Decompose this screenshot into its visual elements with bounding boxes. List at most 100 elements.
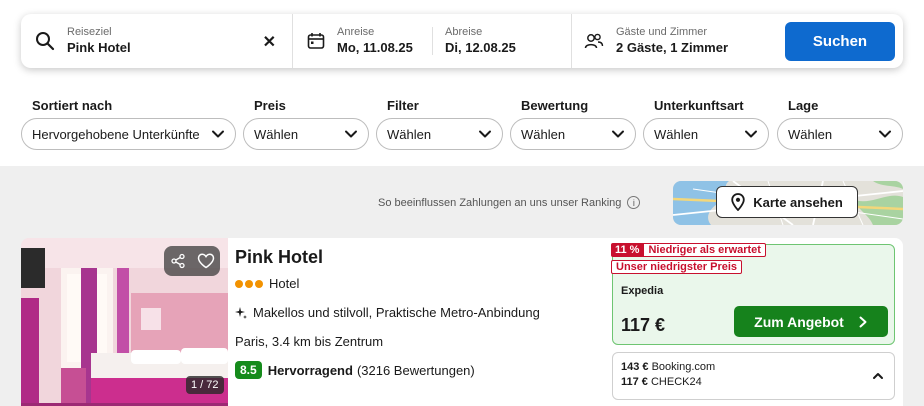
view-deal-label: Zum Angebot — [754, 313, 844, 330]
location-value: Wählen — [788, 126, 833, 142]
info-icon[interactable]: i — [627, 196, 641, 209]
filter-location-label: Lage — [788, 98, 819, 113]
lowest-price-text: Unser niedrigster Preis — [611, 260, 743, 274]
filter-sort: Sortiert nach Hervorgehobene Unterkünfte — [21, 98, 236, 150]
chevron-right-icon — [859, 316, 867, 327]
sparkle-icon — [235, 306, 247, 319]
heart-icon[interactable] — [197, 253, 215, 269]
filter-bar: Sortiert nach Hervorgehobene Unterkünfte… — [21, 98, 903, 154]
results-area: So beeinflussen Zahlungen an uns unser R… — [0, 166, 924, 406]
checkin-value: Mo, 11.08.25 — [337, 40, 413, 55]
star-dot — [255, 279, 263, 288]
filter-filter-label: Filter — [387, 98, 419, 113]
chevron-up-icon[interactable] — [870, 368, 886, 384]
hotel-card[interactable]: 1 / 72 Pink Hotel Hotel Makellos und sti… — [21, 238, 903, 406]
offer-provider: Booking.com — [651, 361, 716, 373]
guests-value: 2 Gäste, 1 Zimmer — [616, 40, 728, 55]
view-deal-button[interactable]: Zum Angebot — [734, 306, 888, 337]
calendar-icon — [307, 33, 325, 49]
discount-text: Niedriger als erwartet — [643, 243, 766, 257]
rating-value: Wählen — [521, 126, 566, 142]
discount-percent: 11 % — [611, 243, 644, 257]
discount-badge: 11 % Niedriger als erwartet — [611, 243, 766, 257]
hotel-rating[interactable]: 8.5 Hervorragend (3216 Bewertungen) — [235, 361, 605, 379]
search-icon — [36, 32, 55, 51]
location-dropdown[interactable]: Wählen — [777, 118, 903, 150]
best-deal[interactable]: 11 % Niedriger als erwartet Unser niedri… — [611, 243, 895, 345]
hotel-location: Paris, 3.4 km bis Zentrum — [235, 334, 384, 349]
sort-value: Hervorgehobene Unterkünfte — [32, 126, 200, 142]
star-dot — [245, 279, 253, 288]
sort-dropdown[interactable]: Hervorgehobene Unterkünfte — [21, 118, 236, 150]
hotel-type: Hotel — [269, 276, 300, 291]
close-icon[interactable]: ✕ — [263, 32, 276, 52]
guests-label: Gäste und Zimmer — [616, 26, 708, 38]
filter-location: Lage Wählen — [777, 98, 903, 150]
filter-accommodation: Unterkunftsart Wählen — [643, 98, 769, 150]
filter-accommodation-label: Unterkunftsart — [654, 98, 744, 113]
other-offer: 143 € Booking.com — [621, 360, 886, 375]
search-bar: Reiseziel Pink Hotel ✕ Anreise Mo, 11.08… — [21, 14, 903, 68]
hotel-name[interactable]: Pink Hotel — [235, 246, 605, 268]
deal-price: 117 € — [621, 315, 666, 335]
rating-word: Hervorragend — [267, 362, 353, 378]
chevron-down-icon — [479, 130, 491, 138]
chevron-down-icon — [612, 130, 624, 138]
filter-price: Preis Wählen — [243, 98, 369, 150]
star-dot — [235, 279, 243, 288]
filter-filter: Filter Wählen — [376, 98, 503, 150]
accommodation-dropdown[interactable]: Wählen — [643, 118, 769, 150]
photo-actions — [164, 246, 220, 276]
ranking-note[interactable]: So beeinflussen Zahlungen an uns unser R… — [378, 196, 641, 209]
dates-field: Anreise Mo, 11.08.25 Abreise Di, 12.08.2… — [293, 14, 572, 68]
destination-field[interactable]: Reiseziel Pink Hotel ✕ — [21, 14, 293, 68]
hotel-info: Pink Hotel Hotel Makellos und stilvoll, … — [235, 246, 605, 379]
chevron-down-icon — [212, 130, 224, 138]
star-rating — [235, 279, 263, 288]
rating-dropdown[interactable]: Wählen — [510, 118, 636, 150]
view-map-button[interactable]: Karte ansehen — [716, 186, 858, 218]
price-value: Wählen — [254, 126, 299, 142]
offer-provider: CHECK24 — [650, 376, 702, 388]
deal-badges: 11 % Niedriger als erwartet Unser niedri… — [611, 243, 766, 274]
guests-icon — [584, 33, 604, 49]
destination-label: Reiseziel — [67, 26, 112, 38]
filter-dropdown[interactable]: Wählen — [376, 118, 503, 150]
hotel-highlights: Makellos und stilvoll, Praktische Metro-… — [235, 305, 605, 320]
filter-rating-label: Bewertung — [521, 98, 589, 113]
filter-value: Wählen — [387, 126, 432, 142]
checkout-field[interactable]: Abreise Di, 12.08.25 — [432, 26, 571, 55]
other-offer: 117 € CHECK24 — [621, 375, 886, 390]
lowest-price-badge: Unser niedrigster Preis — [611, 260, 766, 274]
chevron-down-icon — [745, 130, 757, 138]
share-icon[interactable] — [170, 253, 186, 269]
destination-value[interactable]: Pink Hotel — [67, 39, 131, 57]
checkin-label: Anreise — [337, 26, 375, 38]
price-dropdown[interactable]: Wählen — [243, 118, 369, 150]
rating-score: 8.5 — [235, 361, 262, 379]
rating-count: (3216 Bewertungen) — [356, 362, 475, 378]
chevron-down-icon — [345, 130, 357, 138]
offer-price: 143 € — [621, 361, 649, 373]
other-offers[interactable]: 143 € Booking.com 117 € CHECK24 — [612, 352, 895, 400]
checkout-value: Di, 12.08.25 — [445, 40, 516, 55]
checkin-field[interactable]: Anreise Mo, 11.08.25 — [293, 14, 432, 68]
view-map-label: Karte ansehen — [753, 194, 843, 210]
ranking-note-text: So beeinflussen Zahlungen an uns unser R… — [378, 196, 622, 209]
checkout-label: Abreise — [445, 26, 483, 38]
photo-counter: 1 / 72 — [186, 376, 224, 394]
deal-provider: Expedia — [621, 285, 664, 297]
offer-price: 117 € — [621, 376, 648, 388]
hotel-class: Hotel — [235, 276, 605, 291]
filter-sort-label: Sortiert nach — [32, 98, 113, 113]
filter-price-label: Preis — [254, 98, 286, 113]
highlights-text: Makellos und stilvoll, Praktische Metro-… — [253, 305, 540, 320]
filter-rating: Bewertung Wählen — [510, 98, 636, 150]
map-preview[interactable]: Karte ansehen — [673, 181, 903, 225]
hotel-photo[interactable]: 1 / 72 — [21, 238, 228, 406]
search-button[interactable]: Suchen — [785, 22, 895, 61]
map-pin-icon — [731, 193, 745, 211]
accommodation-value: Wählen — [654, 126, 699, 142]
chevron-down-icon — [879, 130, 891, 138]
guests-field[interactable]: Gäste und Zimmer 2 Gäste, 1 Zimmer — [572, 14, 780, 68]
